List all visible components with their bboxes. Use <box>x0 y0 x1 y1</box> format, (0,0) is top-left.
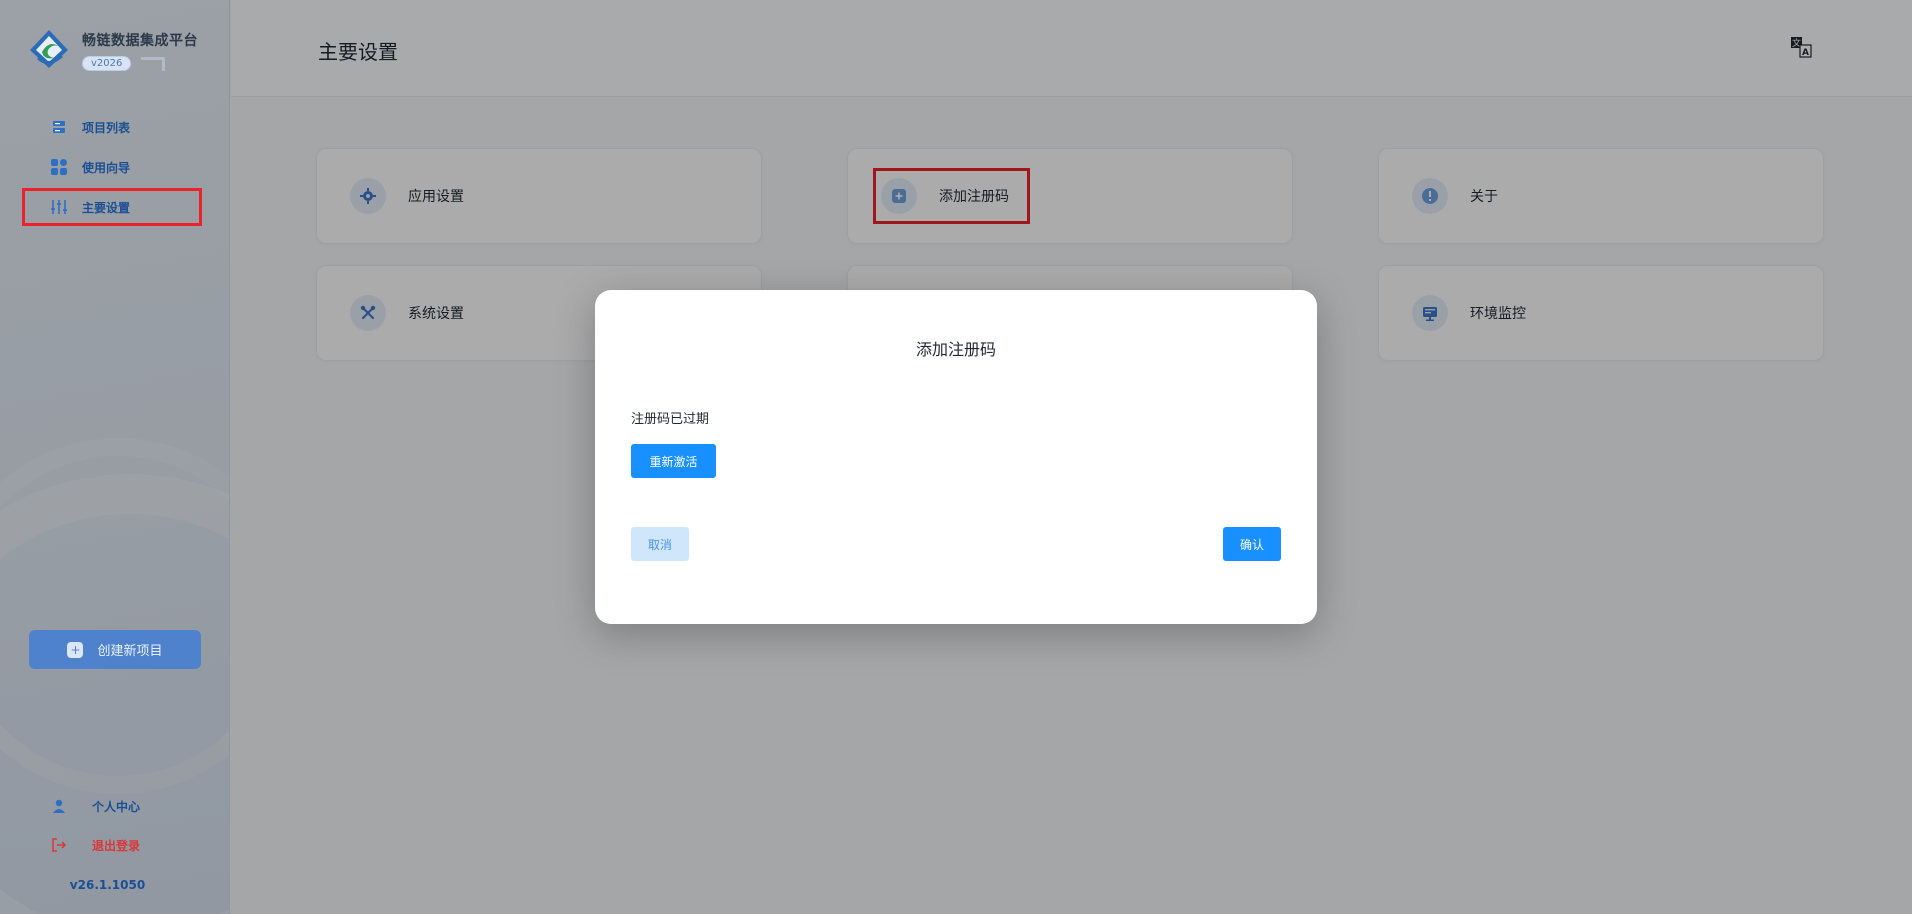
profile-link[interactable]: 个人中心 <box>50 797 140 815</box>
create-project-button[interactable]: + 创建新项目 <box>29 630 201 669</box>
logout-label: 退出登录 <box>92 838 141 853</box>
sidebar-item-label: 使用向导 <box>82 160 131 175</box>
grid-apps-icon <box>50 158 68 176</box>
logout-link[interactable]: 退出登录 <box>50 836 140 854</box>
license-expired-message: 注册码已过期 <box>631 412 710 427</box>
user-icon <box>50 797 68 815</box>
sidebar-item-project-list[interactable]: 项目列表 <box>22 108 202 146</box>
sidebar-item-label: 项目列表 <box>82 120 131 135</box>
app-version: v26.1.1050 <box>69 878 146 892</box>
create-project-label: 创建新项目 <box>97 644 163 659</box>
brand-name: 畅链数据集成平台 <box>82 33 198 49</box>
sidebar-item-guide[interactable]: 使用向导 <box>22 148 202 186</box>
logout-icon <box>50 836 68 854</box>
add-license-dialog: 添加注册码 注册码已过期 重新激活 取消 确认 <box>595 290 1317 624</box>
sidebar-item-label: 主要设置 <box>82 200 131 215</box>
server-list-icon <box>50 118 68 136</box>
sidebar-item-main-settings[interactable]: 主要设置 <box>22 188 202 226</box>
cancel-button[interactable]: 取消 <box>631 527 689 561</box>
brand-version-badge: v2026 <box>82 56 132 71</box>
confirm-button[interactable]: 确认 <box>1223 527 1281 561</box>
sliders-icon <box>50 198 68 216</box>
plus-icon: + <box>67 641 84 658</box>
brand-logo-icon <box>30 30 68 68</box>
profile-label: 个人中心 <box>92 799 141 814</box>
brand: 畅链数据集成平台 v2026 <box>28 28 198 71</box>
reactivate-button[interactable]: 重新激活 <box>631 444 716 478</box>
dialog-title: 添加注册码 <box>915 340 996 359</box>
sidebar-nav: 项目列表 使用向导 主要设置 <box>22 108 202 228</box>
brand-flag-icon <box>141 56 166 71</box>
